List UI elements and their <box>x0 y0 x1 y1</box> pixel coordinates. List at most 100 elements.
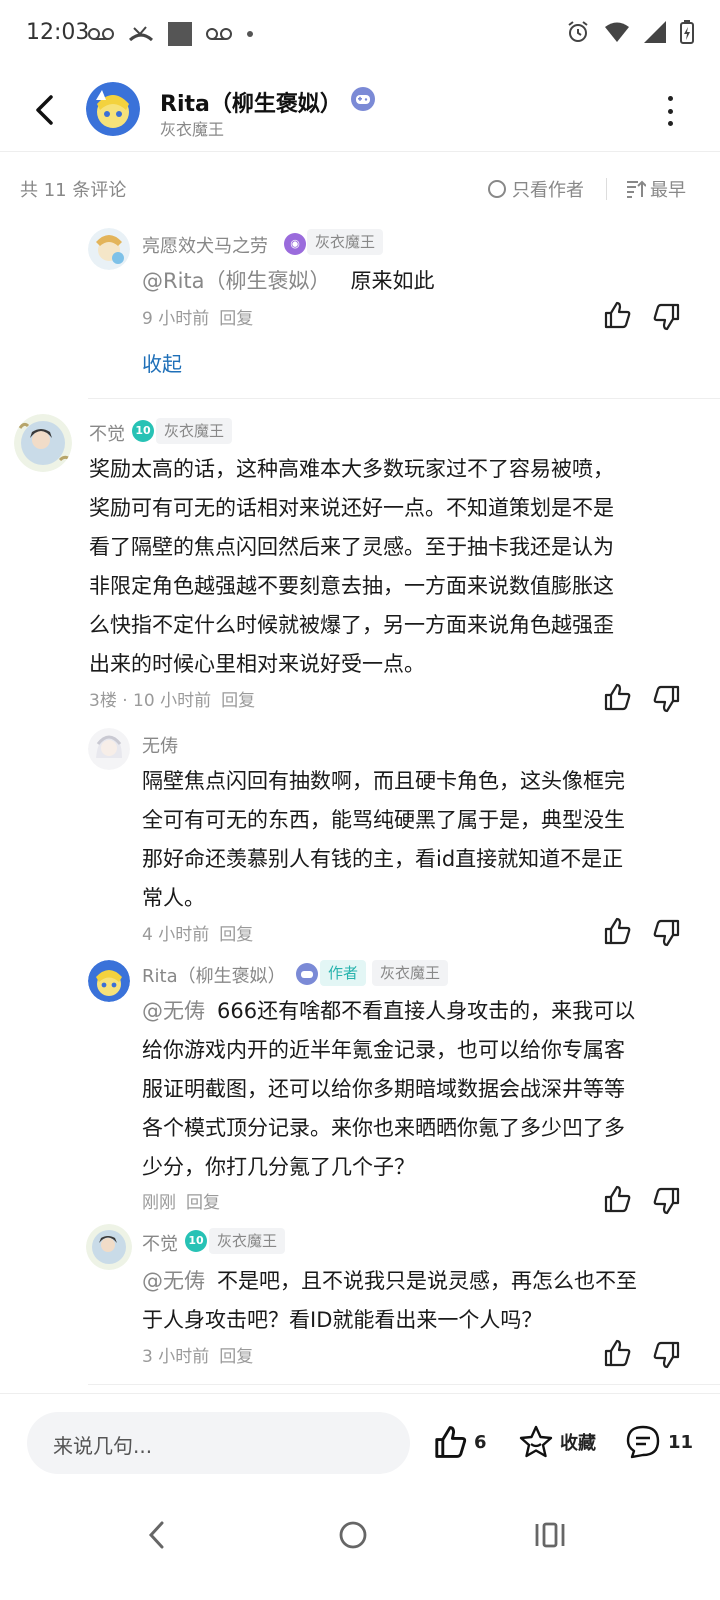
like-icon[interactable] <box>602 1184 632 1214</box>
mention-link[interactable]: @无俦 <box>142 1269 205 1293</box>
sort-button[interactable]: 最早 <box>626 176 686 202</box>
username[interactable]: 无俦 <box>142 732 178 758</box>
nav-home-button[interactable] <box>333 1515 373 1555</box>
comment-meta: 3 小时前 回复 <box>142 1342 253 1367</box>
dislike-icon[interactable] <box>652 302 682 332</box>
comment-line: @无俦 不是吧，且不说我只是说灵感，再怎么也不至 <box>142 1269 637 1293</box>
avatar-image <box>14 414 72 472</box>
avatar-image <box>86 1224 132 1270</box>
comments-button[interactable]: 11 <box>624 1424 693 1460</box>
reply-button[interactable]: 回复 <box>219 1347 253 1367</box>
back-arrow-icon <box>36 95 53 125</box>
more-options-button[interactable] <box>660 96 680 126</box>
mention-link[interactable]: @无俦 <box>142 999 205 1023</box>
comment-filter-bar: 共 11 条评论 只看作者 最早 <box>0 152 720 224</box>
user-avatar[interactable] <box>88 960 130 1002</box>
user-avatar[interactable] <box>88 228 130 270</box>
nav-recents-button[interactable] <box>530 1515 570 1555</box>
username[interactable]: 亮愿效犬马之劳 <box>142 232 268 258</box>
like-icon[interactable] <box>602 682 632 712</box>
comment-text: @Rita（柳生褒姒） 原来如此 <box>142 262 682 301</box>
wifi-icon <box>605 22 629 42</box>
username[interactable]: Rita（柳生褒姒） <box>142 962 286 988</box>
comment-time: 9 小时前 <box>142 309 210 329</box>
level-badge: 10 <box>132 420 154 442</box>
username[interactable]: 不觉 <box>142 1230 178 1256</box>
like-icon[interactable] <box>602 300 632 330</box>
comment-line: 常人。 <box>142 886 205 910</box>
dislike-icon[interactable] <box>652 918 682 948</box>
dislike-icon[interactable] <box>652 1186 682 1216</box>
more-dot-icon <box>667 96 673 101</box>
comment-count: 共 11 条评论 <box>20 180 127 201</box>
dislike-icon[interactable] <box>652 1340 682 1370</box>
comment-time: 4 小时前 <box>142 925 210 945</box>
reply-comment: 亮愿效犬马之劳 ◉ 灰衣魔王 @Rita（柳生褒姒） 原来如此 9 小时前 回复 <box>0 224 720 344</box>
comment-meta: 9 小时前 回复 <box>142 304 253 329</box>
like-icon[interactable] <box>602 1338 632 1368</box>
level-badge: 10 <box>185 1230 207 1252</box>
nav-home-icon <box>339 1521 367 1549</box>
reply-button[interactable]: 回复 <box>219 309 253 329</box>
comment-body: 原来如此 <box>350 269 435 293</box>
voicemail-icon <box>88 28 114 40</box>
reply-comment: 无俦 隔壁焦点闪回有抽数啊，而且硬卡角色，这头像框完 全可有可无的东西，能骂纯硬… <box>0 724 720 954</box>
dislike-icon[interactable] <box>652 684 682 714</box>
user-avatar[interactable] <box>88 728 130 770</box>
comment-line: 奖励太高的话，这种高难本大多数玩家过不了容易被喷， <box>89 457 614 481</box>
comment-time: 3 小时前 <box>142 1347 210 1367</box>
author-only-label: 只看作者 <box>512 180 584 201</box>
comment-divider <box>88 398 720 399</box>
reply-button[interactable]: 回复 <box>219 925 253 945</box>
floor-comment: 不觉 10 灰衣魔王 奖励太高的话，这种高难本大多数玩家过不了容易被喷， 奖励可… <box>0 410 720 720</box>
reply-button[interactable]: 回复 <box>221 691 255 711</box>
comment-time: 刚刚 <box>142 1193 176 1213</box>
comment-line: 各个模式顶分记录。来你也来晒晒你氪了多少凹了多 <box>142 1116 625 1140</box>
back-button[interactable] <box>26 88 62 132</box>
level-badge-icon: ◉ <box>284 233 306 255</box>
battery-icon <box>680 20 694 44</box>
comment-line: 非限定角色越强越不要刻意去抽，一方面来说数值膨胀这 <box>89 574 614 598</box>
favorite-button[interactable]: 收藏 <box>518 1424 596 1460</box>
comment-line: 于人身攻击吧？看ID就能看出来一个人吗？ <box>142 1308 543 1332</box>
comment-input[interactable]: 来说几句... <box>27 1412 410 1474</box>
status-icons-right <box>566 20 694 44</box>
comment-floor-time: 3楼 · 10 小时前 <box>89 691 212 711</box>
status-bar: 12:03 <box>0 0 720 68</box>
author-subtitle: 灰衣魔王 <box>160 120 225 139</box>
author-name[interactable]: Rita（柳生褒姒） <box>160 86 342 118</box>
nav-back-icon <box>148 1521 164 1549</box>
user-tag: 灰衣魔王 <box>156 418 233 444</box>
more-dot-icon <box>667 108 673 114</box>
filter-divider <box>606 178 607 200</box>
comment-line: 少分，你打几分氪了几个子？ <box>142 1155 415 1179</box>
like-icon[interactable] <box>602 916 632 946</box>
like-button[interactable]: 6 <box>432 1424 487 1460</box>
comment-line: 那好命还羡慕别人有钱的主，看id直接就知道不是正 <box>142 847 624 871</box>
gamepad-icon <box>350 86 376 116</box>
collapse-replies-link[interactable]: 收起 <box>142 348 182 377</box>
reply-button[interactable]: 回复 <box>186 1193 220 1213</box>
more-dot-icon <box>667 121 673 126</box>
user-avatar[interactable] <box>86 1224 132 1270</box>
comment-line: 服证明截图，还可以给你多期暗域数据会战深井等等 <box>142 1077 625 1101</box>
avatar-image <box>88 728 130 770</box>
avatar-image <box>88 228 130 270</box>
top-app-bar: Rita（柳生褒姒） 灰衣魔王 <box>0 68 720 152</box>
comment-text: @无俦 666还有啥都不看直接人身攻击的，来我可以 给你游戏内开的近半年氪金记录，… <box>142 992 702 1187</box>
favorite-label: 收藏 <box>560 1433 596 1454</box>
author-avatar[interactable] <box>86 82 140 136</box>
comment-meta: 刚刚 回复 <box>142 1188 220 1213</box>
status-time: 12:03 <box>26 20 90 45</box>
user-avatar[interactable] <box>14 414 72 472</box>
bottom-action-bar: 来说几句... 6 收藏 11 <box>0 1393 720 1489</box>
comment-line: 出来的时候心里相对来说好受一点。 <box>89 652 425 676</box>
nav-back-button[interactable] <box>136 1515 176 1555</box>
sort-icon <box>627 180 646 198</box>
dot-icon <box>247 31 253 37</box>
radio-circle-icon <box>488 180 506 198</box>
username[interactable]: 不觉 <box>89 420 125 446</box>
author-only-toggle[interactable]: 只看作者 <box>488 176 584 202</box>
mention-link[interactable]: @Rita（柳生褒姒） <box>142 269 331 293</box>
voicemail-icon <box>206 28 232 40</box>
